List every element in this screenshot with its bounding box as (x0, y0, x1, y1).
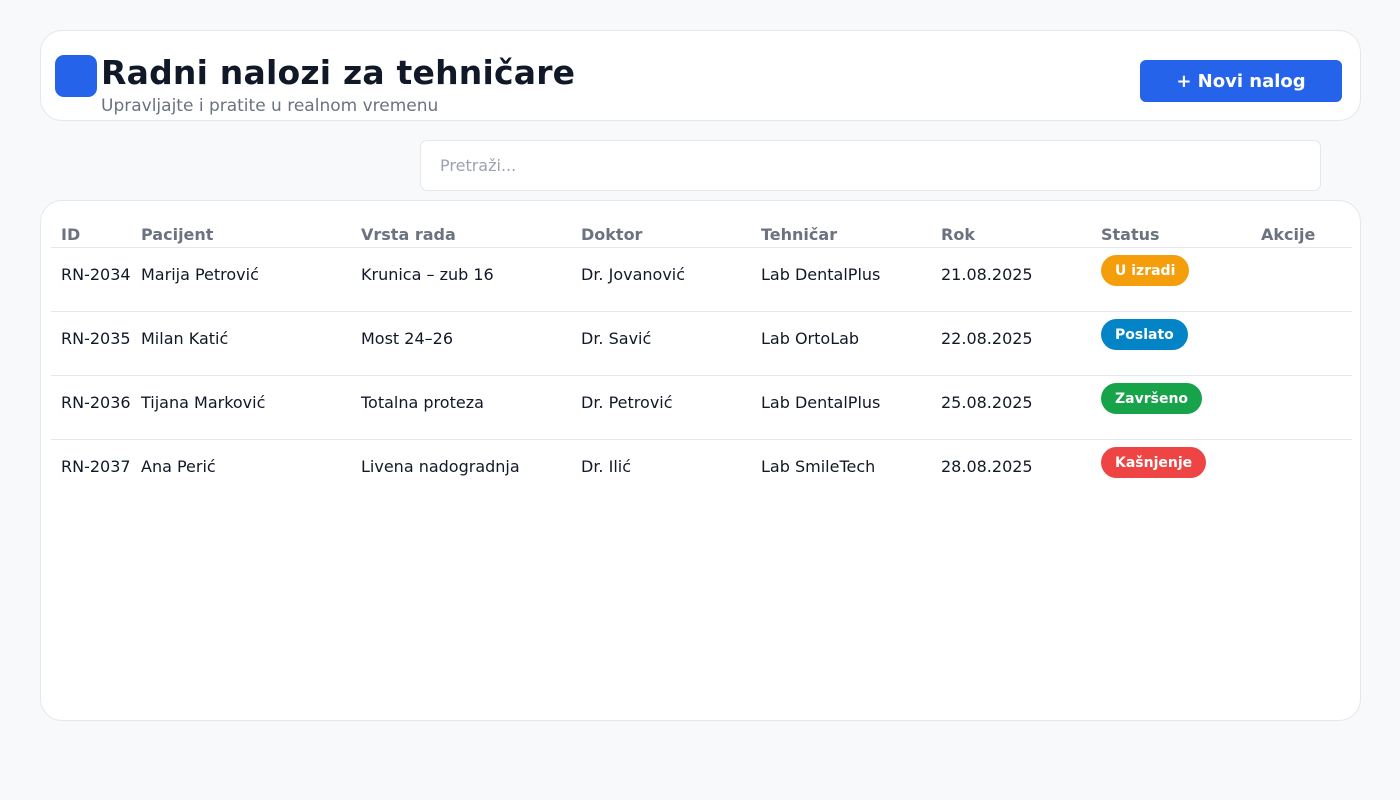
column-header-patient: Pacijent (141, 225, 214, 244)
cell-doctor: Dr. Petrović (581, 393, 673, 412)
column-header-status: Status (1101, 225, 1160, 244)
new-order-button[interactable]: + Novi nalog (1140, 60, 1342, 102)
app-logo (55, 55, 97, 97)
status-badge: Kašnjenje (1101, 447, 1207, 478)
column-header-technician: Tehničar (761, 225, 838, 244)
table-row[interactable]: RN-2035 Milan Katić Most 24–26 Dr. Savić… (51, 312, 1352, 376)
cell-patient: Marija Petrović (141, 265, 259, 284)
cell-technician: Lab OrtoLab (761, 329, 860, 348)
cell-technician: Lab DentalPlus (761, 393, 881, 412)
cell-patient: Ana Perić (141, 457, 216, 476)
cell-deadline: 22.08.2025 (941, 329, 1033, 348)
header-card: Radni nalozi za tehničare Upravljajte i … (40, 30, 1361, 121)
cell-id: RN-2034 (61, 265, 131, 284)
search-input[interactable] (420, 140, 1321, 191)
cell-technician: Lab DentalPlus (761, 265, 881, 284)
cell-work-type: Livena nadogradnja (361, 457, 520, 476)
table-row[interactable]: RN-2037 Ana Perić Livena nadogradnja Dr.… (51, 440, 1352, 504)
cell-deadline: 25.08.2025 (941, 393, 1033, 412)
cell-patient: Tijana Marković (141, 393, 266, 412)
cell-deadline: 28.08.2025 (941, 457, 1033, 476)
cell-work-type: Totalna proteza (361, 393, 484, 412)
table-row[interactable]: RN-2034 Marija Petrović Krunica – zub 16… (51, 248, 1352, 312)
status-badge: Poslato (1101, 319, 1188, 350)
table-header: ID Pacijent Vrsta rada Doktor Tehničar R… (51, 223, 1352, 248)
page-title: Radni nalozi za tehničare (101, 53, 576, 92)
status-badge: Završeno (1101, 383, 1203, 414)
column-header-id: ID (61, 225, 81, 244)
page-subtitle: Upravljajte i pratite u realnom vremenu (101, 96, 439, 116)
column-header-doctor: Doktor (581, 225, 643, 244)
cell-id: RN-2037 (61, 457, 131, 476)
orders-table: ID Pacijent Vrsta rada Doktor Tehničar R… (40, 200, 1361, 721)
cell-work-type: Most 24–26 (361, 329, 454, 348)
cell-technician: Lab SmileTech (761, 457, 876, 476)
cell-doctor: Dr. Jovanović (581, 265, 686, 284)
cell-deadline: 21.08.2025 (941, 265, 1033, 284)
table-row[interactable]: RN-2036 Tijana Marković Totalna proteza … (51, 376, 1352, 440)
cell-doctor: Dr. Ilić (581, 457, 632, 476)
column-header-deadline: Rok (941, 225, 975, 244)
cell-work-type: Krunica – zub 16 (361, 265, 494, 284)
cell-id: RN-2035 (61, 329, 131, 348)
status-badge: U izradi (1101, 255, 1190, 286)
column-header-actions: Akcije (1261, 225, 1316, 244)
cell-doctor: Dr. Savić (581, 329, 652, 348)
cell-patient: Milan Katić (141, 329, 229, 348)
cell-id: RN-2036 (61, 393, 131, 412)
column-header-work-type: Vrsta rada (361, 225, 456, 244)
